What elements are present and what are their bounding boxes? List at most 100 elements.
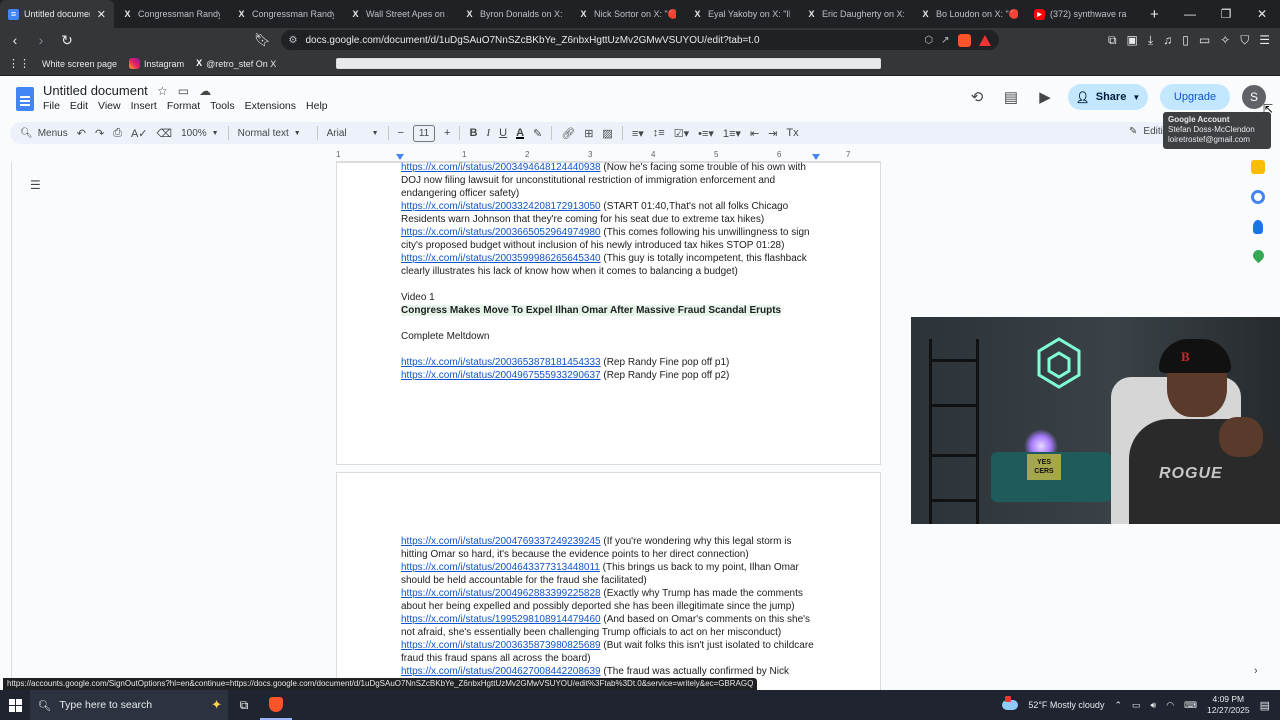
bookmark-white-screen[interactable]: White screen page — [42, 58, 881, 69]
tweet-link[interactable]: https://x.com/i/status/20035999862656453… — [401, 253, 601, 264]
undo-icon[interactable]: ↶ — [77, 127, 86, 140]
menu-icon[interactable]: ☰ — [1259, 33, 1270, 48]
wifi-icon[interactable]: ◠ — [1166, 700, 1174, 711]
restore-button[interactable]: ❐ — [1208, 7, 1244, 21]
increase-indent-icon[interactable]: ⇥ — [768, 127, 777, 140]
bookmark-retro-stef[interactable]: X @retro_stef On X — [196, 58, 276, 69]
back-button[interactable]: ‹ — [4, 32, 26, 48]
zoom-select[interactable]: 100% ▼ — [181, 128, 219, 139]
right-indent-marker[interactable] — [812, 154, 820, 160]
star-icon[interactable]: ☆ — [157, 84, 168, 98]
document-outline-icon[interactable]: ☰ — [30, 178, 41, 192]
weather-icon[interactable] — [1002, 696, 1019, 710]
browser-tab[interactable]: X Congressman Randy F — [228, 0, 342, 28]
notifications-icon[interactable]: ▤ — [1260, 699, 1270, 712]
browser-tab[interactable]: X Nick Sortor on X: "🔴 F — [570, 0, 684, 28]
highlight-icon[interactable]: ✎ — [533, 127, 542, 140]
decrease-font-size-button[interactable]: − — [398, 127, 404, 139]
leo-icon[interactable]: ✧ — [1220, 33, 1230, 48]
brave-shield-icon[interactable] — [957, 33, 971, 47]
sidebar-icon[interactable]: ▯ — [1182, 33, 1189, 48]
share-page-icon[interactable]: ↗ — [941, 35, 949, 46]
url-text[interactable]: docs.google.com/document/d/1uDgSAuO7NnSZ… — [305, 35, 916, 46]
tweet-link[interactable]: https://x.com/i/status/19952981089144794… — [401, 614, 601, 625]
version-history-icon[interactable]: ⟲ — [966, 88, 988, 106]
tweet-link[interactable]: https://x.com/i/status/20046270084422086… — [401, 666, 601, 677]
extensions-icon[interactable]: ⧉ — [1108, 33, 1117, 48]
clock[interactable]: 4:09 PM 12/27/2025 — [1207, 694, 1250, 716]
browser-tab[interactable]: X Eyal Yakoby on X: "Ilha — [684, 0, 798, 28]
browser-tab[interactable]: X Bo Loudon on X: "🔴BI — [912, 0, 1026, 28]
keyboard-icon[interactable]: ⌨ — [1184, 700, 1197, 711]
insert-image-icon[interactable]: ▨ — [602, 127, 612, 140]
chevron-down-icon[interactable]: ▼ — [1132, 93, 1140, 102]
clear-formatting-icon[interactable]: Tx — [786, 127, 798, 139]
minimize-button[interactable]: — — [1172, 7, 1208, 21]
left-indent-marker[interactable] — [396, 154, 404, 160]
tweet-link[interactable]: https://x.com/i/status/20049675559332906… — [401, 370, 601, 381]
keep-icon[interactable] — [1251, 160, 1265, 174]
volume-icon[interactable]: 🔊︎ — [1151, 700, 1157, 711]
wallet-icon[interactable]: ▭ — [1199, 33, 1210, 48]
browser-tab[interactable]: X Byron Donalds on X: "I — [456, 0, 570, 28]
text-color-button[interactable]: A — [516, 127, 524, 139]
tweet-link[interactable]: https://x.com/i/status/20047693372492392… — [401, 536, 601, 547]
menus-search[interactable]: 🔍︎ Menus — [20, 128, 68, 139]
menu-file[interactable]: File — [43, 100, 60, 112]
chevron-up-icon[interactable]: ⌃ — [1114, 700, 1122, 711]
increase-font-size-button[interactable]: + — [444, 127, 450, 139]
bulleted-list-icon[interactable]: •≡▾ — [698, 127, 714, 140]
browser-tab[interactable]: X Wall Street Apes on X: — [342, 0, 456, 28]
meet-icon[interactable]: ▶ — [1034, 88, 1056, 106]
menu-view[interactable]: View — [98, 100, 121, 112]
menu-format[interactable]: Format — [167, 100, 200, 112]
download-icon[interactable]: ⤓ — [1148, 33, 1153, 48]
menu-tools[interactable]: Tools — [210, 100, 235, 112]
tweet-link[interactable]: https://x.com/i/status/20036358739808256… — [401, 640, 601, 651]
tweet-link[interactable]: https://x.com/i/status/20036538781814543… — [401, 357, 601, 368]
page-body[interactable]: https://x.com/i/status/20034946481244409… — [401, 161, 821, 382]
link-icon[interactable]: 🔗︎ — [561, 127, 575, 140]
browser-tab[interactable]: ≡ Untitled document ✕ — [0, 0, 114, 28]
cast-icon[interactable]: ⬡ — [924, 35, 933, 46]
document-page[interactable]: https://x.com/i/status/20047693372492392… — [336, 472, 881, 702]
new-tab-button[interactable]: + — [1140, 6, 1169, 23]
screenshot-icon[interactable]: ▣ — [1127, 33, 1138, 48]
numbered-list-icon[interactable]: 1≡▾ — [723, 127, 741, 140]
browser-tab[interactable]: X Eric Daugherty on X: "🔴 — [798, 0, 912, 28]
page-body[interactable]: https://x.com/i/status/20047693372492392… — [401, 535, 819, 691]
contacts-icon[interactable] — [1253, 220, 1263, 234]
tweet-link[interactable]: https://x.com/i/status/20049628833992258… — [401, 588, 601, 599]
font-select[interactable]: Arial ▼ — [327, 128, 379, 139]
tweet-link[interactable]: https://x.com/i/status/20033242081729130… — [401, 201, 601, 212]
move-folder-icon[interactable]: ▭ — [178, 84, 189, 98]
print-icon[interactable]: ⎙ — [113, 127, 122, 140]
maps-icon[interactable] — [1250, 247, 1266, 264]
forward-button[interactable]: › — [30, 32, 52, 48]
browser-tab[interactable]: X Congressman Randy F — [114, 0, 228, 28]
italic-button[interactable]: I — [486, 127, 490, 139]
align-icon[interactable]: ≡▾ — [632, 127, 644, 140]
style-select[interactable]: Normal text ▼ — [238, 128, 308, 139]
tweet-link[interactable]: https://x.com/i/status/20034946481244409… — [401, 162, 601, 173]
media-icon[interactable]: ♫ — [1163, 33, 1172, 48]
upgrade-button[interactable]: Upgrade — [1160, 84, 1230, 110]
expand-panel-icon[interactable]: › — [1254, 665, 1258, 677]
bookmark-instagram[interactable]: Instagram — [129, 58, 184, 69]
add-comment-icon[interactable]: ⊞ — [584, 127, 593, 140]
document-page[interactable]: https://x.com/i/status/20034946481244409… — [336, 162, 881, 465]
document-title[interactable]: Untitled document — [43, 83, 148, 98]
vpn-icon[interactable]: ⛉ — [1240, 33, 1249, 48]
task-view-icon[interactable]: ⧉ — [228, 698, 260, 713]
reload-button[interactable]: ↻ — [56, 32, 78, 49]
menu-edit[interactable]: Edit — [70, 100, 88, 112]
font-size-input[interactable]: 11 — [413, 124, 436, 142]
menu-insert[interactable]: Insert — [131, 100, 157, 112]
bold-button[interactable]: B — [469, 127, 477, 139]
apps-grid-icon[interactable]: ⋮⋮ — [8, 57, 30, 70]
docs-logo-icon[interactable] — [16, 87, 34, 111]
spellcheck-icon[interactable]: A✓ — [131, 127, 148, 140]
close-window-button[interactable]: ✕ — [1244, 7, 1280, 21]
brave-taskbar-icon[interactable] — [260, 690, 292, 720]
url-box[interactable]: ⚙ docs.google.com/document/d/1uDgSAuO7Nn… — [280, 30, 999, 50]
